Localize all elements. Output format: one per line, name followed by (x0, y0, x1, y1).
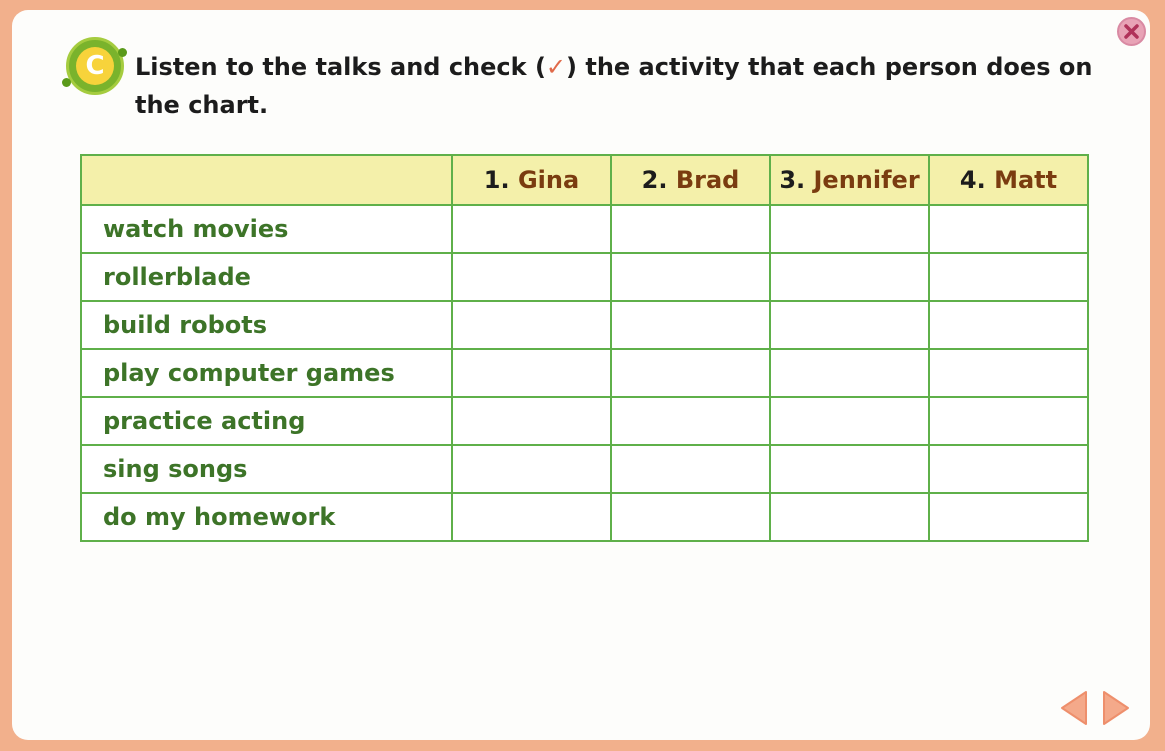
chart-header-row: 1. Gina 2. Brad 3. Jennifer 4. Matt (80, 154, 1089, 206)
activity-label: rollerblade (80, 252, 453, 302)
activity-chart: 1. Gina 2. Brad 3. Jennifer 4. Matt watch mo… (80, 154, 1089, 542)
check-cell[interactable] (610, 300, 771, 350)
instruction-text: Listen to the talks and check (✓) the ac… (135, 48, 1125, 124)
activity-label: do my homework (80, 492, 453, 542)
check-cell[interactable] (769, 252, 930, 302)
table-row: rollerblade (80, 252, 1089, 302)
check-cell[interactable] (451, 204, 612, 254)
check-cell[interactable] (451, 348, 612, 398)
close-button[interactable] (1117, 17, 1146, 46)
check-cell[interactable] (451, 300, 612, 350)
check-cell[interactable] (610, 252, 771, 302)
check-cell[interactable] (769, 444, 930, 494)
check-cell[interactable] (928, 204, 1089, 254)
check-cell[interactable] (769, 492, 930, 542)
column-person-name: Jennifer (813, 166, 920, 194)
badge-dot-icon (118, 48, 127, 57)
table-row: do my homework (80, 492, 1089, 542)
chart-header-empty-cell (80, 154, 453, 206)
check-cell[interactable] (769, 396, 930, 446)
check-cell[interactable] (928, 300, 1089, 350)
previous-button[interactable] (1060, 690, 1088, 726)
section-badge-letter: C (76, 47, 114, 85)
badge-dot-icon (62, 78, 71, 87)
check-cell[interactable] (769, 300, 930, 350)
check-cell[interactable] (610, 444, 771, 494)
check-cell[interactable] (928, 492, 1089, 542)
check-cell[interactable] (451, 444, 612, 494)
check-cell[interactable] (928, 348, 1089, 398)
column-header: 3. Jennifer (769, 154, 930, 206)
column-header: 4. Matt (928, 154, 1089, 206)
check-cell[interactable] (451, 396, 612, 446)
check-cell[interactable] (928, 252, 1089, 302)
check-cell[interactable] (610, 348, 771, 398)
check-cell[interactable] (610, 492, 771, 542)
close-icon (1124, 24, 1139, 39)
column-person-name: Matt (994, 166, 1058, 194)
activity-label: sing songs (80, 444, 453, 494)
check-cell[interactable] (769, 348, 930, 398)
next-button[interactable] (1102, 690, 1130, 726)
check-cell[interactable] (451, 252, 612, 302)
check-cell[interactable] (769, 204, 930, 254)
column-person-name: Gina (517, 166, 580, 194)
column-number: 1. (483, 166, 518, 194)
column-header: 1. Gina (451, 154, 612, 206)
section-badge-icon: C (66, 37, 124, 95)
table-row: play computer games (80, 348, 1089, 398)
column-number: 3. (779, 166, 814, 194)
activity-label: build robots (80, 300, 453, 350)
activity-label: watch movies (80, 204, 453, 254)
check-cell[interactable] (610, 204, 771, 254)
table-row: build robots (80, 300, 1089, 350)
check-mark-icon: ✓ (545, 53, 567, 81)
column-header: 2. Brad (610, 154, 771, 206)
check-cell[interactable] (928, 396, 1089, 446)
activity-label: practice acting (80, 396, 453, 446)
table-row: watch movies (80, 204, 1089, 254)
column-number: 2. (641, 166, 676, 194)
check-cell[interactable] (451, 492, 612, 542)
table-row: practice acting (80, 396, 1089, 446)
instruction-before: Listen to the talks and check ( (135, 53, 546, 81)
check-cell[interactable] (928, 444, 1089, 494)
table-row: sing songs (80, 444, 1089, 494)
check-cell[interactable] (610, 396, 771, 446)
activity-label: play computer games (80, 348, 453, 398)
column-person-name: Brad (675, 166, 740, 194)
column-number: 4. (959, 166, 995, 194)
